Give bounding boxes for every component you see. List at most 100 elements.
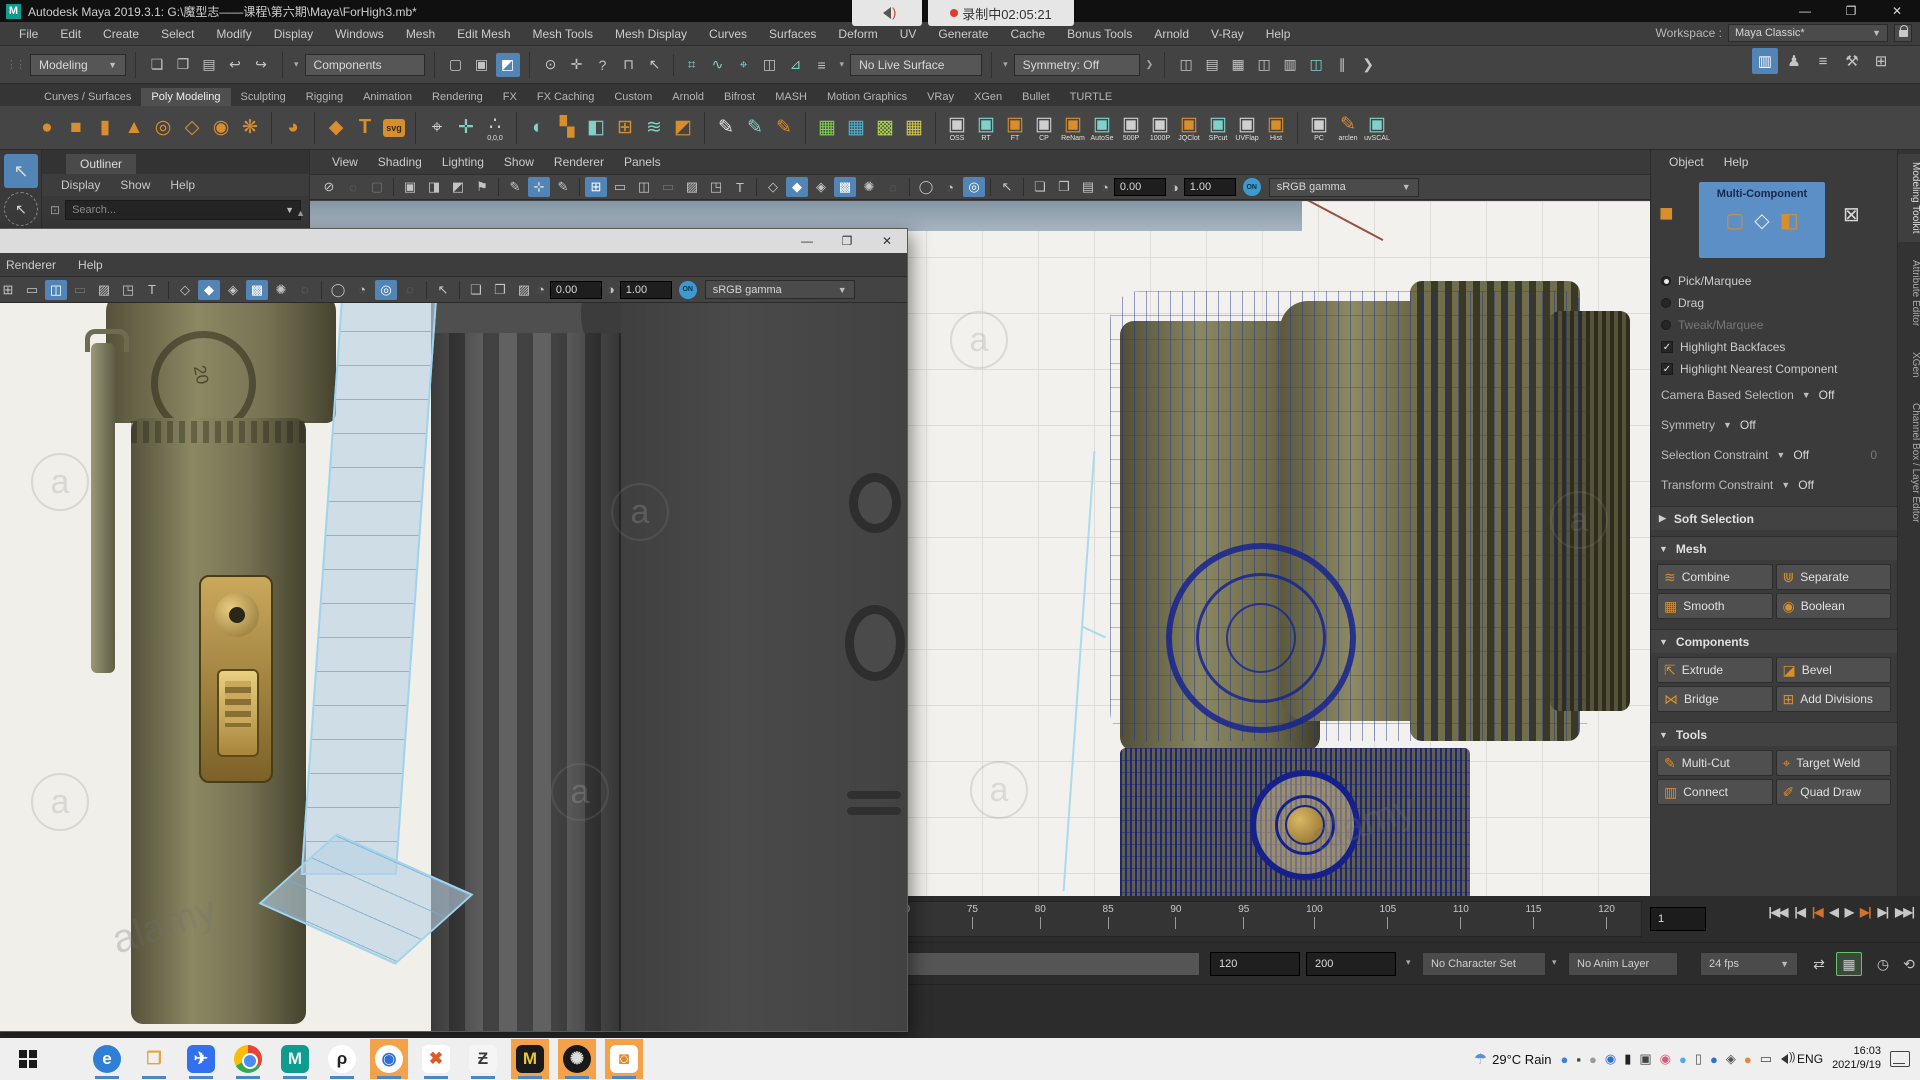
hypergraph-icon[interactable]: ▦ — [1226, 53, 1250, 77]
clip-editor-icon[interactable]: ▦ — [1836, 952, 1862, 976]
object-mode-icon[interactable]: ■ — [1659, 200, 1674, 228]
taskbar-chrome[interactable] — [229, 1039, 267, 1079]
menu-select[interactable]: Select — [150, 27, 205, 41]
poly-plane-icon[interactable]: ◇ — [179, 109, 205, 147]
menu-cache[interactable]: Cache — [999, 27, 1056, 41]
view-transform-dropdown[interactable]: sRGB gamma ▼ — [705, 280, 855, 299]
clock[interactable]: 16:03 2021/9/19 — [1832, 1045, 1881, 1073]
separate-shelf-icon[interactable]: ▚ — [554, 109, 580, 147]
mirror-shelf-icon[interactable]: ◧ — [583, 109, 609, 147]
select-hierarchy-icon[interactable]: ▢ — [444, 53, 468, 77]
uv-grid-blue-icon[interactable]: ▦ — [843, 109, 869, 147]
taskbar-keyshot[interactable]: ✺ — [558, 1039, 596, 1079]
menu-surfaces[interactable]: Surfaces — [758, 27, 827, 41]
step-back-frame-button[interactable]: |◀ — [1794, 905, 1805, 919]
render-editor-icon[interactable]: ◫ — [1174, 53, 1198, 77]
safe-title-icon[interactable]: T — [141, 280, 163, 300]
shelf-tab-bifrost[interactable]: Bifrost — [714, 88, 765, 106]
xray-icon[interactable]: ◯ — [915, 177, 937, 197]
dim-icon[interactable]: ▢ — [366, 177, 388, 197]
gate-mask-icon[interactable]: ▭ — [657, 177, 679, 197]
menu-mesh-tools[interactable]: Mesh Tools — [522, 27, 604, 41]
shelf-arclen[interactable]: ✎arclen — [1335, 109, 1361, 147]
grid-toggle-icon[interactable]: ⊞ — [585, 177, 607, 197]
vertex-mode-icon[interactable]: ▢ — [1725, 208, 1744, 233]
minimize-button[interactable]: — — [787, 229, 827, 253]
transform-constraint-row[interactable]: Transform Constraint ▼ Off — [1651, 470, 1897, 500]
defender-tray-icon[interactable]: ◈ — [1726, 1051, 1736, 1067]
shelf-tab-rendering[interactable]: Rendering — [422, 88, 493, 106]
menu-bonus-tools[interactable]: Bonus Tools — [1056, 27, 1143, 41]
select-tool-icon[interactable]: ↖ — [4, 154, 38, 188]
play-forwards-button[interactable]: ▶ — [1845, 905, 1853, 919]
idle-tray-icon[interactable]: ● — [1589, 1052, 1597, 1067]
taskbar-p-app[interactable]: ρ — [323, 1039, 361, 1079]
current-frame-field[interactable]: 1 — [1650, 907, 1706, 931]
floating-menu-help[interactable]: Help — [67, 258, 114, 272]
safe-action-icon[interactable]: ◳ — [117, 280, 139, 300]
playback-end-field[interactable]: 200 — [1306, 952, 1396, 976]
selection-constraint-row[interactable]: Selection Constraint ▼ Off 0 — [1651, 440, 1897, 470]
uv-editor-icon[interactable]: ▥ — [1278, 53, 1302, 77]
viewport-settings-icon[interactable]: ▨ — [513, 280, 535, 300]
taskbar-edge[interactable]: e — [88, 1039, 126, 1079]
menu-create[interactable]: Create — [92, 27, 150, 41]
next-key-button[interactable]: ▶| — [1860, 905, 1871, 919]
workspace-dropdown[interactable]: Maya Classic* ▼ — [1728, 24, 1888, 42]
xray-joints-icon[interactable]: ◔ — [351, 280, 373, 300]
shelf-jqclot[interactable]: ▣JQClot — [1176, 109, 1202, 147]
start-button[interactable] — [8, 1039, 48, 1079]
menu-modify[interactable]: Modify — [205, 27, 262, 41]
close-button[interactable]: ✕ — [867, 229, 907, 253]
outliner-menu-display[interactable]: Display — [52, 178, 109, 192]
snap-point-icon[interactable]: ⌖ — [732, 53, 756, 77]
shelf-tab-turtle[interactable]: TURTLE — [1060, 88, 1123, 106]
new-scene-icon[interactable]: ❏ — [145, 53, 169, 77]
safe-action-icon[interactable]: ◳ — [705, 177, 727, 197]
dim-icon[interactable]: ◌ — [342, 177, 364, 197]
image-plane-icon[interactable]: ✎ — [504, 177, 526, 197]
bridge-button[interactable]: ⋈Bridge — [1657, 686, 1773, 712]
lock-selection-icon[interactable]: ⊓ — [617, 53, 641, 77]
exposure-field[interactable]: 0.00 — [1114, 178, 1166, 196]
combine-button[interactable]: ≋Combine — [1657, 564, 1773, 590]
select-highlight-icon[interactable]: ↖ — [432, 280, 454, 300]
grid-toggle-icon[interactable]: ⊞ — [0, 280, 19, 300]
exposure-icon[interactable]: ◔ — [1101, 180, 1109, 195]
color-management-toggle[interactable]: ON — [679, 281, 697, 299]
shaded-icon[interactable]: ◆ — [198, 280, 220, 300]
loop-toggle-icon[interactable]: ⇄ — [1806, 952, 1832, 976]
live-surface-dropdown[interactable]: No Live Surface — [850, 54, 982, 76]
close-button[interactable]: ✕ — [1874, 0, 1920, 22]
menu-curves[interactable]: Curves — [698, 27, 758, 41]
components-section[interactable]: ▼ Components — [1651, 629, 1897, 653]
use-all-lights-icon[interactable]: ▩ — [834, 177, 856, 197]
floating-menu-renderer[interactable]: Renderer — [0, 258, 67, 272]
screenshot-tray-icon[interactable]: ▣ — [1639, 1051, 1651, 1067]
snapshot-icon[interactable]: ❏ — [465, 280, 487, 300]
pause-icon[interactable]: ∥ — [1330, 53, 1354, 77]
scroll-up-icon[interactable]: ▲ — [296, 208, 305, 218]
textured-icon[interactable]: ◈ — [222, 280, 244, 300]
shelf-tab-bullet[interactable]: Bullet — [1012, 88, 1060, 106]
taskbar-screen-recorder[interactable]: ◉ — [370, 1039, 408, 1079]
shelf-tab-arnold[interactable]: Arnold — [662, 88, 714, 106]
grip-handle[interactable]: ⋮⋮ — [6, 58, 24, 71]
quad-draw-shelf-icon[interactable]: ✎ — [742, 109, 768, 147]
network-tray-icon[interactable]: ▭ — [1760, 1051, 1772, 1067]
camera-icon[interactable]: ▣ — [399, 177, 421, 197]
shelf-tab-fx[interactable]: FX — [493, 88, 527, 106]
shelf-tab-motion-graphics[interactable]: Motion Graphics — [817, 88, 917, 106]
exposure-toggle-icon[interactable]: ◎ — [963, 177, 985, 197]
shadows-icon[interactable]: ✺ — [858, 177, 880, 197]
bluetooth-tray-icon[interactable]: ● — [1710, 1052, 1718, 1067]
multi-pane-icon[interactable]: ❐ — [1053, 177, 1075, 197]
menu-uv[interactable]: UV — [889, 27, 928, 41]
taskbar-marmoset[interactable]: M — [511, 1039, 549, 1079]
uv-layout-icon[interactable]: ▦ — [901, 109, 927, 147]
shelf-tab-vray[interactable]: VRay — [917, 88, 964, 106]
anim-layer-dropdown[interactable]: No Anim Layer — [1568, 952, 1678, 976]
highlight-icon[interactable]: ↖ — [643, 53, 667, 77]
menu-arnold[interactable]: Arnold — [1143, 27, 1200, 41]
chevron-down-icon[interactable]: ▾ — [838, 59, 847, 70]
